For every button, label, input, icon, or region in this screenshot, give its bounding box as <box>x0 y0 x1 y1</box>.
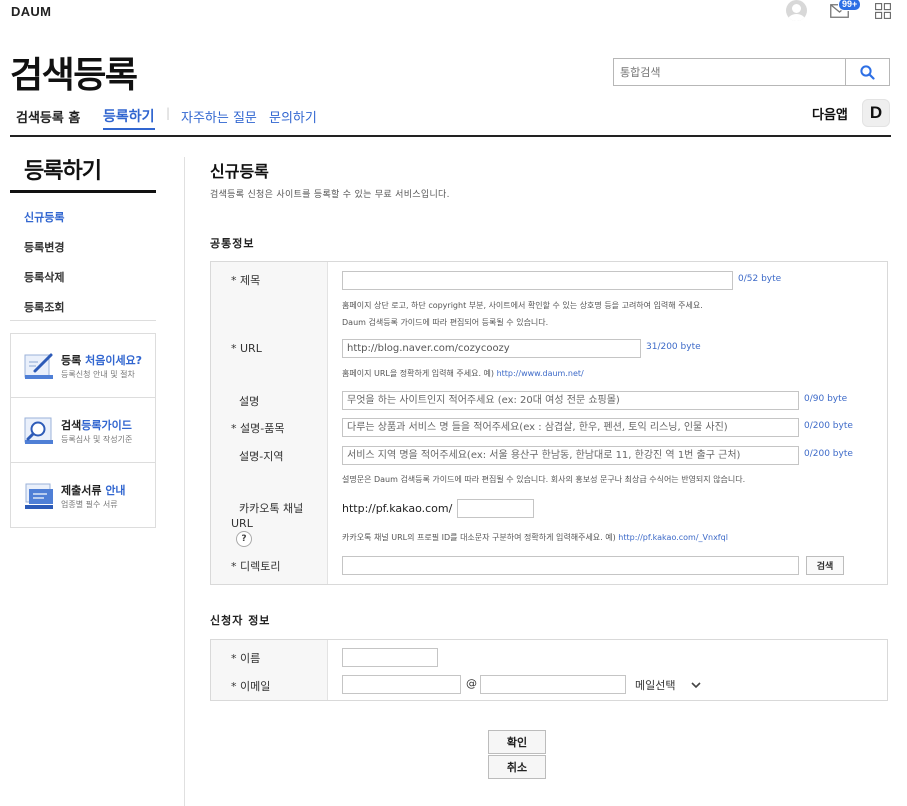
url-input[interactable]: http://blog.naver.com/cozycoozy <box>342 339 641 358</box>
main-description: 검색등록 신청은 사이트를 등록할 수 있는 무료 서비스입니다. <box>210 190 450 200</box>
sidebar-item-change[interactable]: 등록변경 <box>24 239 64 255</box>
url-byte-count: 31/200 byte <box>646 342 701 352</box>
email-user-input[interactable] <box>342 675 461 694</box>
title-label: * 제목 <box>231 274 261 287</box>
daum-app-icon[interactable]: D <box>862 99 890 127</box>
desc-region-byte-count: 0/200 byte <box>804 449 853 459</box>
title-input[interactable] <box>342 271 733 290</box>
section-applicant-title: 신청자 정보 <box>210 614 271 627</box>
sidebar-promo-box: 등록 처음이세요? 등록신청 안내 및 절차 검색등록가이드 등록심사 및 작성… <box>10 333 156 528</box>
page-title[interactable]: 검색등록 <box>10 46 138 98</box>
email-at-sign: @ <box>466 677 477 690</box>
mail-count-badge: 99+ <box>838 0 862 11</box>
stacked-docs-icon <box>25 483 53 509</box>
search-button[interactable] <box>846 58 890 86</box>
kakao-help-icon[interactable]: ? <box>236 531 252 547</box>
tab-faq[interactable]: 자주하는 질문 <box>181 107 257 126</box>
sidebar-title: 등록하기 <box>24 159 102 184</box>
url-note: 홈페이지 URL을 정확하게 입력해 주세요. 예) http://www.da… <box>342 369 584 378</box>
url-example-link[interactable]: http://www.daum.net/ <box>497 369 584 378</box>
nav-separator: | <box>166 106 171 120</box>
confirm-button[interactable]: 확인 <box>488 730 546 754</box>
name-input[interactable] <box>342 648 438 667</box>
promo-register-guide-title: 검색등록가이드 <box>61 419 132 432</box>
daum-logo[interactable]: DAUM <box>11 4 51 19</box>
kakao-url-prefix: http://pf.kakao.com/ <box>342 502 453 515</box>
desc-item-input[interactable]: 다루는 상품과 서비스 명 들을 적어주세요(ex : 삼겹살, 한우, 펜션,… <box>342 418 799 437</box>
sidebar-item-new[interactable]: 신규등록 <box>24 209 64 225</box>
main-title: 신규등록 <box>210 162 269 181</box>
directory-input[interactable] <box>342 556 799 575</box>
chevron-down-icon <box>691 682 701 689</box>
directory-label: * 디렉토리 <box>231 560 281 573</box>
sidebar-item-delete[interactable]: 등록삭제 <box>24 269 64 285</box>
desc-item-label: * 설명-품목 <box>231 422 285 435</box>
header-divider <box>10 135 891 137</box>
kakao-label-line2: URL <box>231 517 253 530</box>
kakao-channel-input[interactable] <box>457 499 534 518</box>
tab-search-register-home[interactable]: 검색등록 홈 <box>16 107 80 126</box>
kakao-label-line1: 카카오톡 채널 <box>239 502 304 515</box>
promo-register-guide-sub: 등록심사 및 작성기준 <box>61 435 133 444</box>
email-select-label: 메일선택 <box>635 679 676 692</box>
email-label: * 이메일 <box>231 680 271 693</box>
column-divider <box>184 157 185 806</box>
desc-item-byte-count: 0/200 byte <box>804 421 853 431</box>
sidebar-title-underline <box>10 190 156 193</box>
title-note-1: 홈페이지 상단 로고, 하단 copyright 부분, 사이트에서 확인할 수… <box>342 301 703 310</box>
cancel-button[interactable]: 취소 <box>488 755 546 779</box>
daum-app-icon-letter: D <box>869 103 883 122</box>
sidebar-divider <box>10 320 156 321</box>
promo-first-time-title: 등록 처음이세요? <box>61 354 143 367</box>
name-label: * 이름 <box>231 652 261 665</box>
kakao-example-link[interactable]: http://pf.kakao.com/_Vnxfql <box>618 533 728 542</box>
promo-documents-sub: 업종별 필수 서류 <box>61 500 118 509</box>
desc-byte-count: 0/90 byte <box>804 394 848 404</box>
url-label: * URL <box>231 342 262 355</box>
promo-documents[interactable]: 제출서류 안내 업종별 필수 서류 <box>11 464 155 528</box>
email-domain-input[interactable] <box>480 675 626 694</box>
tab-register[interactable]: 등록하기 <box>103 106 155 130</box>
search-icon <box>860 64 875 80</box>
desc-region-label: 설명-지역 <box>239 450 284 463</box>
promo-register-guide[interactable]: 검색등록가이드 등록심사 및 작성기준 <box>11 399 155 463</box>
magnifier-doc-icon <box>24 417 53 444</box>
directory-search-button[interactable]: 검색 <box>806 556 844 575</box>
desc-note: 설명문은 Daum 검색등록 가이드에 따라 편집될 수 있습니다. 회사의 홍… <box>342 475 746 484</box>
tab-inquiry[interactable]: 문의하기 <box>269 107 317 126</box>
applicant-info-form: * 이름 * 이메일 @ 메일선택 <box>210 639 888 701</box>
daum-app-link[interactable]: 다음앱 <box>812 104 848 123</box>
title-byte-count: 0/52 byte <box>738 274 782 284</box>
desc-input[interactable]: 무엇을 하는 사이트인지 적어주세요 (ex: 20대 여성 전문 쇼핑몰) <box>342 391 799 410</box>
section-common-title: 공통정보 <box>210 237 255 250</box>
email-select-dropdown[interactable]: 메일선택 <box>635 677 701 693</box>
pencil-doc-icon <box>24 353 53 379</box>
kakao-note: 카카오톡 채널 URL의 프로필 ID를 대소문자 구분하여 정확하게 입력해주… <box>342 533 728 542</box>
search-input[interactable] <box>613 58 846 86</box>
promo-first-time-sub: 등록신청 안내 및 절차 <box>61 370 135 379</box>
promo-first-time[interactable]: 등록 처음이세요? 등록신청 안내 및 절차 <box>11 334 155 398</box>
sidebar-item-lookup[interactable]: 등록조회 <box>24 299 64 315</box>
title-note-2: Daum 검색등록 가이드에 따라 편집되어 등록될 수 있습니다. <box>342 318 549 327</box>
desc-label: 설명 <box>239 395 260 408</box>
promo-documents-title: 제출서류 안내 <box>61 484 126 497</box>
apps-grid-icon[interactable] <box>875 3 891 19</box>
user-avatar-icon[interactable] <box>786 0 807 21</box>
desc-region-input[interactable]: 서비스 지역 명을 적어주세요(ex: 서울 용산구 한남동, 한남대로 11,… <box>342 446 799 465</box>
common-info-form: * 제목 0/52 byte 홈페이지 상단 로고, 하단 copyright … <box>210 261 888 585</box>
